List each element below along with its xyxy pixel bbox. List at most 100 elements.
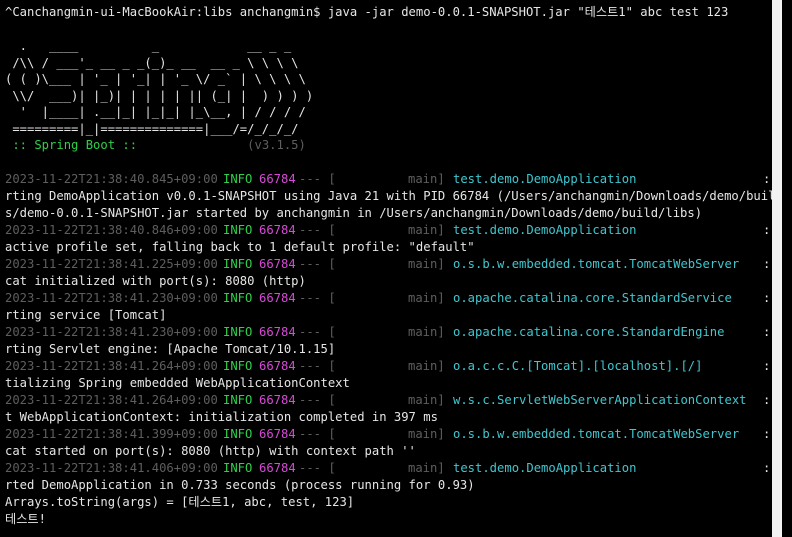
- log-entry: 2023-11-22T21:38:41.264+09:00 INFO 66784 --…: [5, 358, 772, 392]
- log-separator: --- [: [299, 359, 336, 373]
- log-message-line: s/demo-0.0.1-SNAPSHOT.jar started by anc…: [5, 206, 703, 220]
- log-timestamp: 2023-11-22T21:38:41.225+09:00: [5, 257, 218, 271]
- log-separator: --- [: [299, 325, 336, 339]
- log-message-start: : Sta: [763, 461, 771, 475]
- log-timestamp: 2023-11-22T21:38:41.230+09:00: [5, 325, 218, 339]
- log-header-line: 2023-11-22T21:38:41.230+09:00 INFO 66784 --…: [5, 324, 772, 341]
- log-level: INFO: [223, 393, 253, 407]
- banner-line: =========|_|==============|___/=/_/_/_/: [5, 121, 299, 136]
- log-logger: test.demo.DemoApplication: [453, 223, 637, 237]
- log-message-line: tializing Spring embedded WebApplication…: [5, 376, 350, 390]
- log-entry: 2023-11-22T21:38:40.846+09:00 INFO 66784 --…: [5, 222, 772, 256]
- log-header-line: 2023-11-22T21:38:40.846+09:00 INFO 66784 --…: [5, 222, 772, 239]
- banner-line: ' |____| .__|_| |_|_| |_\__, | / / / /: [5, 105, 306, 119]
- log-header-line: 2023-11-22T21:38:41.264+09:00 INFO 66784 --…: [5, 358, 772, 375]
- log-message-line: t WebApplicationContext: initialization …: [5, 410, 438, 424]
- log-level: INFO: [223, 461, 253, 475]
- output-line: Arrays.toString(args) = [테스트1, abc, test…: [5, 495, 355, 509]
- log-level: INFO: [223, 359, 253, 373]
- log-level: INFO: [223, 172, 253, 186]
- log-header-line: 2023-11-22T21:38:41.230+09:00 INFO 66784 --…: [5, 290, 772, 307]
- log-pid: 66784: [259, 223, 296, 237]
- terminal-window[interactable]: ^Canchangmin-ui-MacBookAir:libs anchangm…: [0, 0, 782, 537]
- command-line: ^Canchangmin-ui-MacBookAir:libs anchangm…: [5, 5, 729, 19]
- log-entry: 2023-11-22T21:38:41.230+09:00 INFO 66784 --…: [5, 324, 772, 358]
- log-separator: --- [: [299, 257, 336, 271]
- log-separator: --- [: [299, 172, 336, 186]
- log-header-line: 2023-11-22T21:38:41.225+09:00 INFO 66784 --…: [5, 256, 772, 273]
- spring-boot-version: (v3.1.5): [144, 138, 306, 152]
- log-thread: main]: [408, 172, 445, 186]
- log-thread: main]: [408, 223, 445, 237]
- log-message-start: : Sta: [763, 325, 771, 339]
- program-output: Arrays.toString(args) = [테스트1, abc, test…: [5, 494, 772, 528]
- terminal-output: ^Canchangmin-ui-MacBookAir:libs anchangm…: [5, 4, 772, 528]
- log-pid: 66784: [259, 172, 296, 186]
- log-separator: --- [: [299, 291, 336, 305]
- log-message-start: : Sta: [763, 172, 771, 186]
- banner-line: . ____ _ __ _ _: [5, 39, 292, 53]
- log-timestamp: 2023-11-22T21:38:41.399+09:00: [5, 427, 218, 441]
- log-level: INFO: [223, 427, 253, 441]
- log-message-start: : No: [763, 223, 771, 237]
- log-entry: 2023-11-22T21:38:41.230+09:00 INFO 66784 --…: [5, 290, 772, 324]
- log-pid: 66784: [259, 427, 296, 441]
- log-message-start: : Roo: [763, 393, 771, 407]
- log-logger: o.s.b.w.embedded.tomcat.TomcatWebServer: [453, 257, 740, 271]
- log-logger: w.s.c.ServletWebServerApplicationContext: [453, 393, 747, 407]
- spring-boot-label: :: Spring Boot ::: [5, 138, 145, 152]
- log-header-line: 2023-11-22T21:38:41.399+09:00 INFO 66784 --…: [5, 426, 772, 443]
- log-separator: --- [: [299, 393, 336, 407]
- output-line: 테스트!: [5, 512, 46, 526]
- log-entry: 2023-11-22T21:38:41.406+09:00 INFO 66784 --…: [5, 460, 772, 494]
- log-header-line: 2023-11-22T21:38:41.406+09:00 INFO 66784 --…: [5, 460, 772, 477]
- log-logger: o.a.c.c.C.[Tomcat].[localhost].[/]: [453, 359, 703, 373]
- log-logger: test.demo.DemoApplication: [453, 461, 637, 475]
- log-logger: o.apache.catalina.core.StandardEngine: [453, 325, 725, 339]
- log-logger: o.apache.catalina.core.StandardService: [453, 291, 732, 305]
- spring-banner: . ____ _ __ _ _ /\\ / ___'_ __ _ _(_)_ _…: [5, 38, 772, 137]
- log-separator: --- [: [299, 461, 336, 475]
- log-timestamp: 2023-11-22T21:38:40.846+09:00: [5, 223, 218, 237]
- log-separator: --- [: [299, 223, 336, 237]
- log-pid: 66784: [259, 461, 296, 475]
- spring-boot-version-line: :: Spring Boot :: (v3.1.5): [5, 137, 772, 154]
- log-header-line: 2023-11-22T21:38:40.845+09:00 INFO 66784 --…: [5, 171, 772, 188]
- log-thread: main]: [408, 427, 445, 441]
- log-message-line: cat started on port(s): 8080 (http) with…: [5, 444, 416, 458]
- banner-line: /\\ / ___'_ __ _ _(_)_ __ __ _ \ \ \ \: [5, 55, 299, 70]
- log-thread: main]: [408, 461, 445, 475]
- banner-line: ( ( )\___ | '_ | '_| | '_ \/ _` | \ \ \ …: [5, 72, 306, 86]
- log-message-line: rted DemoApplication in 0.733 seconds (p…: [5, 478, 475, 492]
- log-level: INFO: [223, 257, 253, 271]
- log-separator: --- [: [299, 427, 336, 441]
- scrollbar[interactable]: [772, 0, 782, 537]
- log-message-line: active profile set, falling back to 1 de…: [5, 240, 475, 254]
- log-timestamp: 2023-11-22T21:38:41.264+09:00: [5, 359, 218, 373]
- banner-line: \\/ ___)| |_)| | | | | || (_| | ) ) ) ): [5, 88, 314, 103]
- log-level: INFO: [223, 223, 253, 237]
- log-entries: 2023-11-22T21:38:40.845+09:00 INFO 66784 --…: [5, 171, 772, 494]
- log-thread: main]: [408, 393, 445, 407]
- log-entry: 2023-11-22T21:38:41.399+09:00 INFO 66784 --…: [5, 426, 772, 460]
- log-entry: 2023-11-22T21:38:41.225+09:00 INFO 66784 --…: [5, 256, 772, 290]
- log-level: INFO: [223, 325, 253, 339]
- log-entry: 2023-11-22T21:38:41.264+09:00 INFO 66784 --…: [5, 392, 772, 426]
- log-timestamp: 2023-11-22T21:38:41.230+09:00: [5, 291, 218, 305]
- log-logger: test.demo.DemoApplication: [453, 172, 637, 186]
- log-message-start: : Ini: [763, 359, 771, 373]
- log-thread: main]: [408, 325, 445, 339]
- log-logger: o.s.b.w.embedded.tomcat.TomcatWebServer: [453, 427, 740, 441]
- log-entry: 2023-11-22T21:38:40.845+09:00 INFO 66784 --…: [5, 171, 772, 222]
- log-message-line: rting service [Tomcat]: [5, 308, 167, 322]
- log-message-start: : Sta: [763, 291, 771, 305]
- log-level: INFO: [223, 291, 253, 305]
- log-timestamp: 2023-11-22T21:38:40.845+09:00: [5, 172, 218, 186]
- log-timestamp: 2023-11-22T21:38:41.406+09:00: [5, 461, 218, 475]
- log-timestamp: 2023-11-22T21:38:41.264+09:00: [5, 393, 218, 407]
- log-header-line: 2023-11-22T21:38:41.264+09:00 INFO 66784 --…: [5, 392, 772, 409]
- log-pid: 66784: [259, 359, 296, 373]
- log-pid: 66784: [259, 393, 296, 407]
- log-message-start: : Tom: [763, 257, 771, 271]
